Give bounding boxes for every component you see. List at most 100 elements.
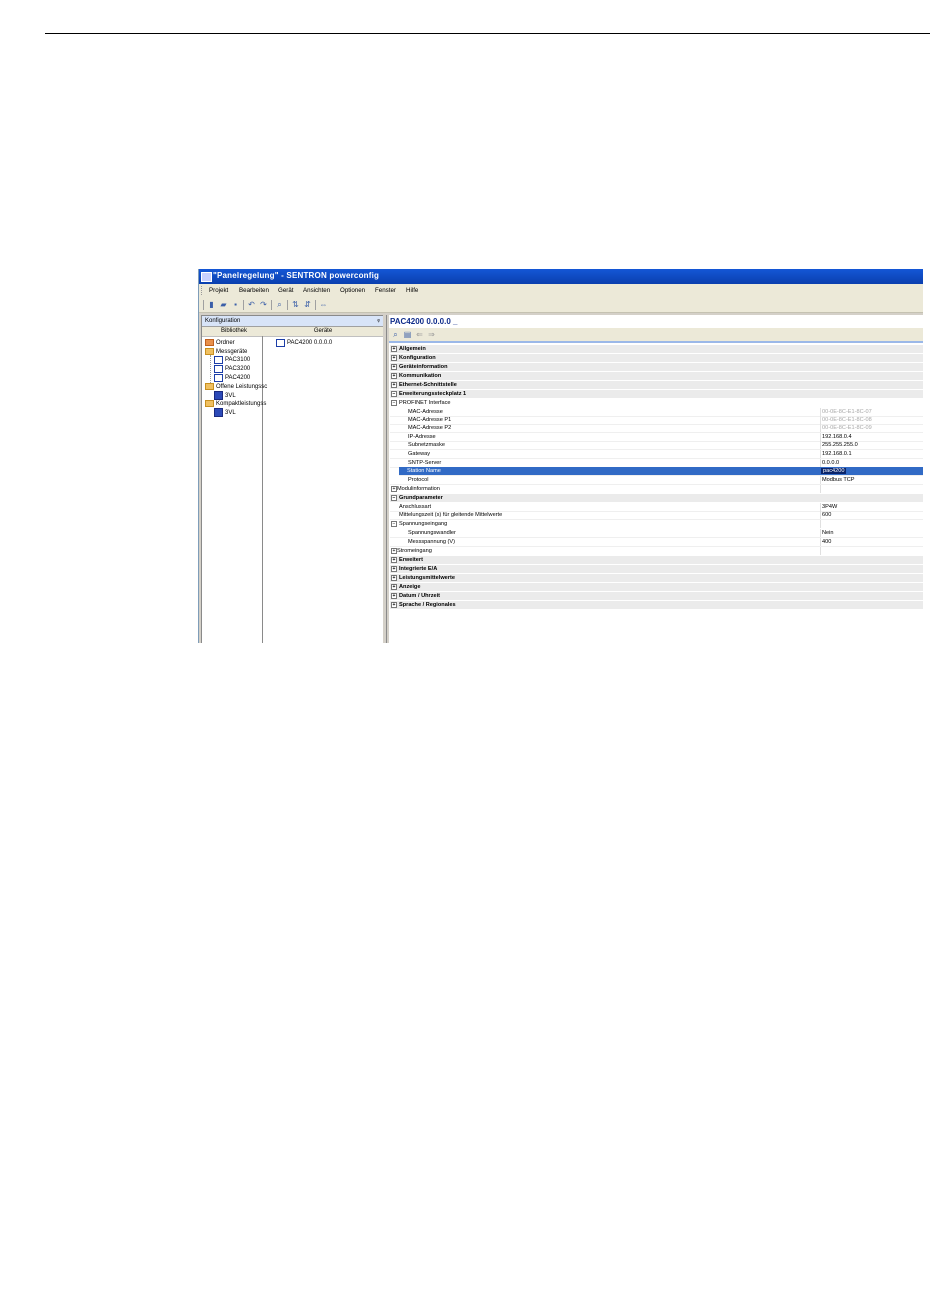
library-folder[interactable]: Ordner <box>205 339 235 346</box>
app-icon <box>201 272 212 282</box>
toolbar-separator <box>271 300 272 310</box>
open-folder-icon <box>205 400 214 407</box>
property-value: 00-0E-8C-E1-8C-09 <box>822 425 872 431</box>
collapse-icon[interactable]: − <box>391 495 397 501</box>
category-grundparameter[interactable]: − Grundparameter <box>390 494 923 502</box>
station-name-input[interactable]: pac4200 <box>821 468 847 474</box>
property-row[interactable]: Protocol Modbus TCP <box>390 476 923 485</box>
library-measuring-devices[interactable]: Messgeräte <box>205 348 247 355</box>
save-icon[interactable]: ▪ <box>231 300 240 309</box>
category-sprache-regionales[interactable]: + Sprache / Regionales <box>390 601 923 609</box>
collapse-icon[interactable]: − <box>391 400 397 406</box>
search-icon[interactable]: ⌕ <box>391 330 400 339</box>
property-row[interactable]: MAC-Adresse P2 00-0E-8C-E1-8C-09 <box>390 424 923 433</box>
category-erweitert[interactable]: + Erweitert <box>390 556 923 564</box>
property-value: 192.168.0.4 <box>822 434 852 440</box>
expand-icon[interactable]: + <box>391 593 397 599</box>
back-arrow-icon[interactable]: ⇐ <box>415 330 424 339</box>
expand-icon[interactable]: + <box>391 584 397 590</box>
expand-icon[interactable]: + <box>391 382 397 388</box>
column-devices[interactable]: Geräte <box>264 328 382 334</box>
expand-icon[interactable]: + <box>391 355 397 361</box>
property-row[interactable]: Subnetzmaske 255.255.255.0 <box>390 441 923 450</box>
category-erweiterungssteckplatz[interactable]: − Erweiterungssteckplatz 1 <box>390 390 923 398</box>
property-row[interactable]: Spannungswandler Nein <box>390 529 923 538</box>
collapse-icon[interactable]: − <box>391 391 397 397</box>
property-label: Station Name <box>407 468 441 474</box>
group-spannungseingang[interactable]: − Spannungseingang <box>390 520 923 528</box>
title-bar: "Panelregelung" - SENTRON powerconfig <box>199 269 923 284</box>
category-anzeige[interactable]: + Anzeige <box>390 583 923 591</box>
menu-fenster[interactable]: Fenster <box>375 287 396 294</box>
column-library[interactable]: Bibliothek <box>206 328 262 334</box>
redo-icon[interactable]: ↷ <box>259 300 268 309</box>
menu-bearbeiten[interactable]: Bearbeiten <box>239 287 269 294</box>
library-open-circuit-label: Offene Leistungssc <box>216 383 268 390</box>
expand-icon[interactable]: + <box>391 346 397 352</box>
library-3vl-open[interactable]: 3VL <box>214 391 236 400</box>
property-row[interactable]: Gateway 192.168.0.1 <box>390 450 923 459</box>
library-device-label: PAC4200 <box>225 375 251 381</box>
open-folder-icon[interactable]: ▰ <box>219 300 228 309</box>
category-ethernet[interactable]: + Ethernet-Schnittstelle <box>390 381 923 389</box>
menu-hilfe[interactable]: Hilfe <box>406 287 418 294</box>
library-3vl-compact[interactable]: 3VL <box>214 408 236 417</box>
collapse-icon[interactable]: − <box>391 521 397 527</box>
property-row-selected[interactable]: Station Name pac4200 <box>399 467 923 476</box>
library-open-circuit-breakers[interactable]: Offene Leistungssc <box>205 383 267 390</box>
category-label: Sprache / Regionales <box>399 602 456 608</box>
menu-projekt[interactable]: Projekt <box>209 287 228 294</box>
search-device-icon[interactable]: ⌕ <box>275 300 284 309</box>
property-label: Protocol <box>408 477 429 483</box>
library-device-pac3100[interactable]: PAC3100 <box>214 356 250 364</box>
group-profinet[interactable]: − PROFINET Interface <box>390 399 923 407</box>
menu-ansichten[interactable]: Ansichten <box>303 287 330 294</box>
pin-icon[interactable]: ᵩ <box>377 317 380 323</box>
property-label: Anschlussart <box>399 504 432 510</box>
toolbar-separator <box>287 300 288 310</box>
device-list-item[interactable]: PAC4200 0.0.0.0 <box>276 339 332 347</box>
page-top-rule <box>45 33 930 34</box>
forward-arrow-icon[interactable]: ⇒ <box>427 330 436 339</box>
library-device-pac3200[interactable]: PAC3200 <box>214 365 250 373</box>
category-datum-uhrzeit[interactable]: + Datum / Uhrzeit <box>390 592 923 600</box>
main-toolbar: ▮ ▰ ▪ ↶ ↷ ⌕ ⇅ ⇵ ⇔ <box>199 297 923 313</box>
category-geraeteinformation[interactable]: + Geräteinformation <box>390 363 923 371</box>
category-kommunikation[interactable]: + Kommunikation <box>390 372 923 380</box>
menu-geraet[interactable]: Gerät <box>278 287 293 294</box>
expand-icon[interactable]: + <box>391 557 397 563</box>
toolbar-grip <box>203 300 204 310</box>
category-integrierte-ea[interactable]: + Integrierte E/A <box>390 565 923 573</box>
expand-icon[interactable]: + <box>391 373 397 379</box>
expand-icon[interactable]: + <box>391 566 397 572</box>
library-compact-circuit-breakers[interactable]: Kompaktleistungss <box>205 400 266 407</box>
breaker-icon <box>214 408 223 417</box>
panel-divider[interactable] <box>386 315 387 643</box>
library-folder-label: Ordner <box>216 339 235 346</box>
property-row[interactable]: Messspannung (V) 400 <box>390 538 923 547</box>
property-label: MAC-Adresse <box>408 409 443 415</box>
property-value: 192.168.0.1 <box>822 451 852 457</box>
property-label: SNTP-Server <box>408 460 442 466</box>
category-label: Anzeige <box>399 584 421 590</box>
new-file-icon[interactable]: ▮ <box>207 300 216 309</box>
compare-icon[interactable]: ⇔ <box>319 300 328 309</box>
expand-icon[interactable]: + <box>391 602 397 608</box>
print-icon[interactable]: ▤ <box>403 330 412 339</box>
library-3vl-label: 3VL <box>225 409 236 416</box>
category-konfiguration[interactable]: + Konfiguration <box>390 354 923 362</box>
expand-icon[interactable]: + <box>391 575 397 581</box>
property-row[interactable]: Mittelungszeit (s) für gleitende Mittelw… <box>390 511 923 520</box>
menu-optionen[interactable]: Optionen <box>340 287 365 294</box>
group-stromeingang[interactable]: + Stromeingang <box>390 547 923 555</box>
upload-icon[interactable]: ⇅ <box>291 300 300 309</box>
property-label: MAC-Adresse P1 <box>408 417 452 423</box>
undo-icon[interactable]: ↶ <box>247 300 256 309</box>
category-allgemein[interactable]: + Allgemein <box>390 345 923 353</box>
category-leistungsmittelwerte[interactable]: + Leistungsmittelwerte <box>390 574 923 582</box>
group-modulinformation[interactable]: + Modulinformation <box>390 485 923 493</box>
property-label: MAC-Adresse P2 <box>408 425 452 431</box>
library-device-pac4200[interactable]: PAC4200 <box>214 374 250 382</box>
download-icon[interactable]: ⇵ <box>303 300 312 309</box>
expand-icon[interactable]: + <box>391 364 397 370</box>
